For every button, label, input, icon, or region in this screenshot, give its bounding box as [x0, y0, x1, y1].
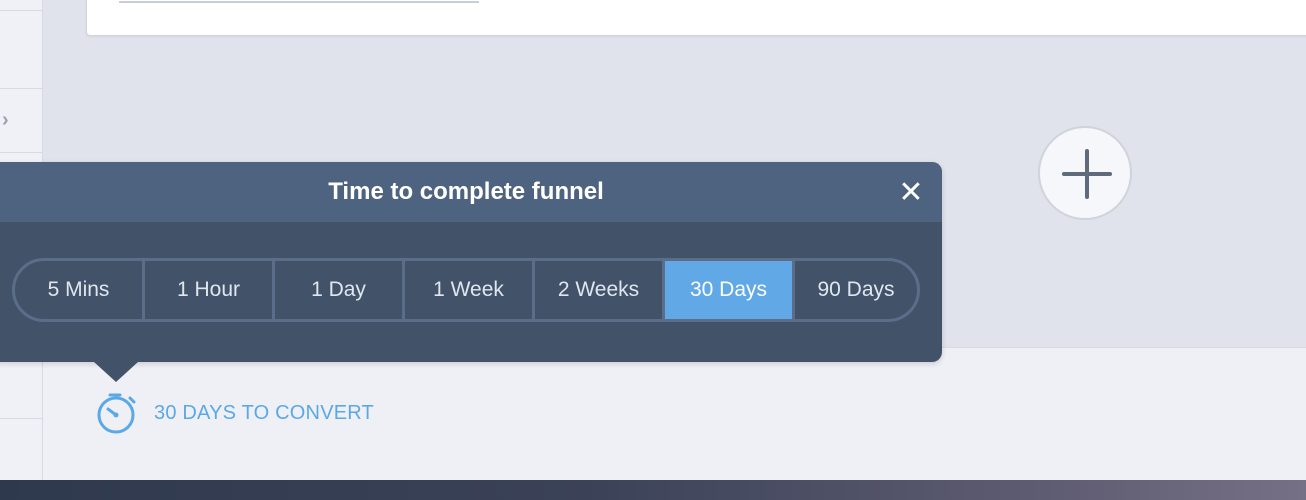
popover-title: Time to complete funnel [328, 178, 604, 205]
rail-divider [0, 10, 42, 11]
option-2-weeks[interactable]: 2 Weeks [535, 261, 665, 319]
option-90-days[interactable]: 90 Days [795, 261, 917, 319]
close-icon[interactable]: ✕ [898, 178, 924, 208]
option-1-hour[interactable]: 1 Hour [145, 261, 275, 319]
option-1-day[interactable]: 1 Day [275, 261, 405, 319]
option-5-mins[interactable]: 5 Mins [15, 261, 145, 319]
option-30-days[interactable]: 30 Days [665, 261, 795, 319]
rail-divider [0, 88, 42, 89]
add-step-button[interactable] [1038, 126, 1132, 220]
plus-icon-stroke [1085, 149, 1089, 199]
card-bar [119, 1, 479, 3]
time-to-complete-popover: Time to complete funnel ✕ 5 Mins 1 Hour … [0, 162, 942, 382]
rail-divider [0, 152, 42, 153]
popover-pointer [94, 362, 138, 382]
rail-divider [0, 418, 42, 419]
time-to-convert-label[interactable]: 30 DAYS TO CONVERT [154, 402, 374, 425]
time-window-selector: 5 Mins 1 Hour 1 Day 1 Week 2 Weeks 30 Da… [12, 258, 920, 322]
option-1-week[interactable]: 1 Week [405, 261, 535, 319]
funnel-step-card [86, 0, 1306, 36]
chevron-right-icon[interactable]: › [2, 110, 16, 130]
bottom-strip [0, 480, 1306, 500]
time-to-convert-link[interactable]: 30 DAYS TO CONVERT [94, 392, 374, 434]
stopwatch-icon [97, 393, 136, 434]
